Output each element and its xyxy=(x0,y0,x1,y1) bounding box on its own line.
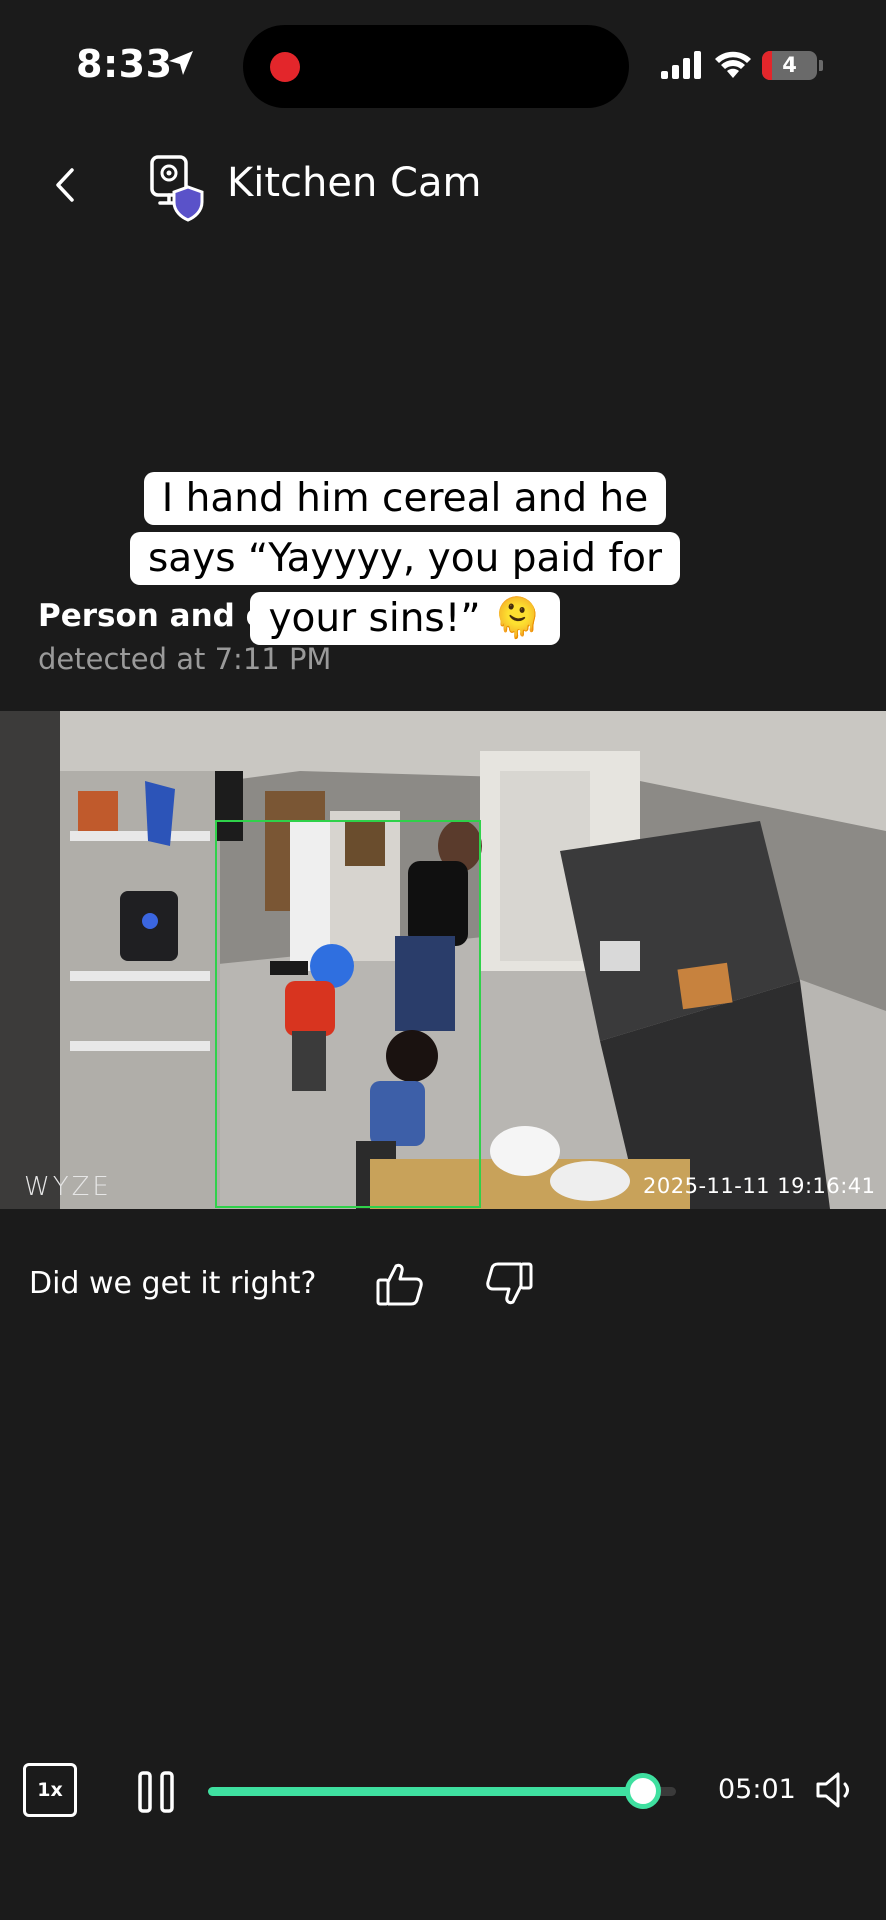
chevron-left-icon[interactable] xyxy=(46,160,86,210)
video-timestamp: 2025-11-11 19:16:41 xyxy=(643,1174,876,1198)
signal-icon xyxy=(661,51,701,79)
progress-fill xyxy=(208,1787,644,1796)
feedback-question: Did we get it right? xyxy=(29,1266,317,1301)
battery-percent: 4 xyxy=(782,53,797,77)
thumbs-up-icon[interactable] xyxy=(374,1258,426,1310)
caption-line: says “Yayyyy, you paid for xyxy=(129,532,680,585)
wifi-icon xyxy=(715,51,751,78)
page-title: Kitchen Cam xyxy=(227,160,482,206)
status-time: 8:33 xyxy=(76,42,173,86)
dynamic-island xyxy=(243,25,629,108)
progress-handle[interactable] xyxy=(625,1773,662,1809)
elapsed-time: 05:01 xyxy=(718,1774,796,1805)
camera-shield-icon xyxy=(150,155,204,222)
location-arrow-icon xyxy=(169,51,193,75)
battery-cap xyxy=(819,60,823,71)
video-scene xyxy=(0,711,886,1209)
thumbs-down-icon[interactable] xyxy=(483,1258,535,1310)
caption-line: I hand him cereal and he xyxy=(143,472,667,525)
video-frame[interactable] xyxy=(0,711,886,1209)
caption-overlay: I hand him cereal and he says “Yayyyy, y… xyxy=(110,472,700,652)
playback-speed-button[interactable]: 1x xyxy=(23,1763,77,1817)
battery-indicator: 4 xyxy=(762,51,817,80)
wyze-watermark: WYZE xyxy=(24,1172,112,1202)
caption-line: your sins!” 🫠 xyxy=(250,592,560,645)
recording-indicator xyxy=(270,52,300,82)
pause-icon[interactable] xyxy=(137,1770,175,1814)
progress-track[interactable] xyxy=(208,1787,676,1796)
volume-icon[interactable] xyxy=(814,1768,858,1812)
